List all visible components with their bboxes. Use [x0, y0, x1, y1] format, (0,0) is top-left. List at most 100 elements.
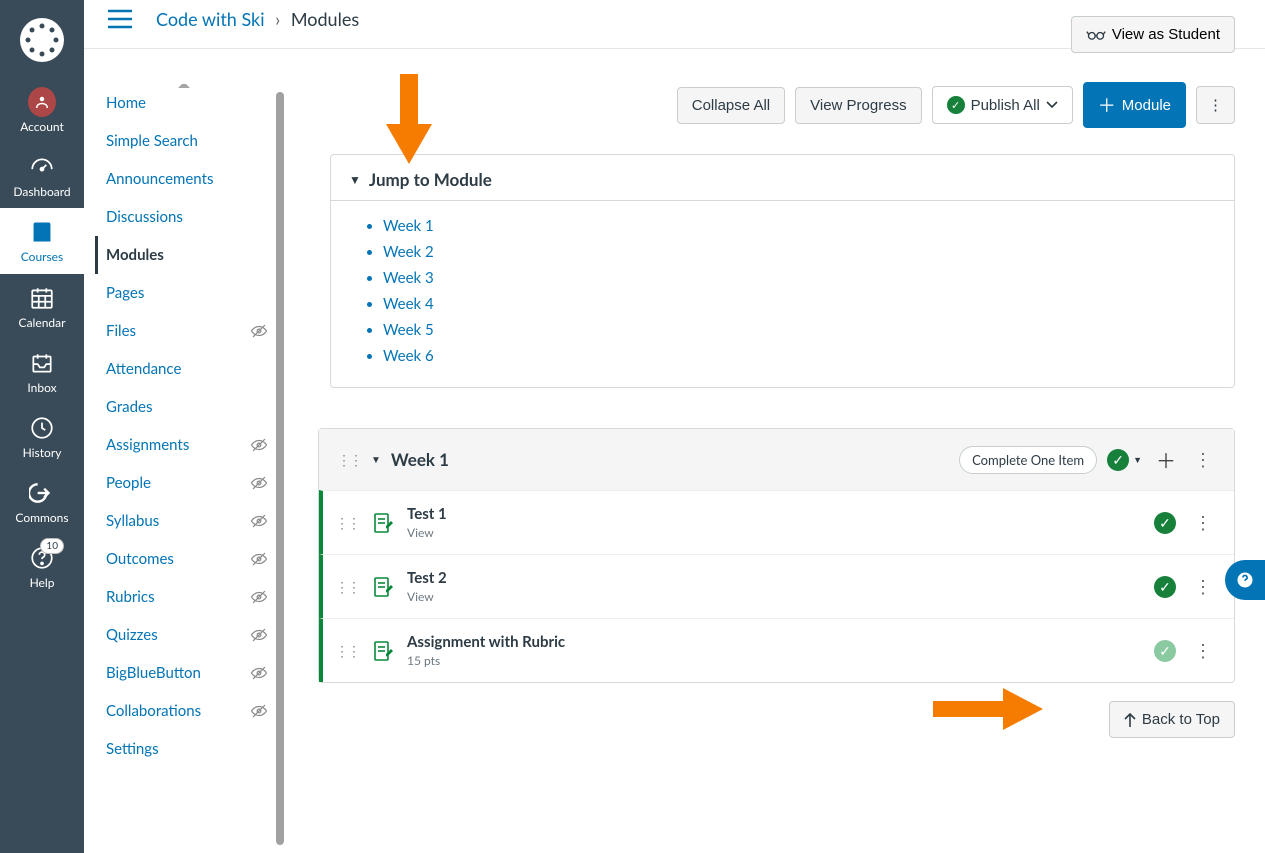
gnav-history[interactable]: History	[0, 404, 84, 469]
course-nav-item[interactable]: Simple Search	[106, 122, 268, 160]
hidden-eye-icon	[250, 702, 268, 720]
course-nav-item[interactable]: Outcomes	[106, 540, 268, 578]
drag-handle-icon[interactable]: ⋮⋮	[335, 642, 359, 660]
item-kebab-icon[interactable]: ⋮	[1190, 575, 1216, 598]
item-publish-toggle[interactable]: ✓	[1154, 512, 1176, 534]
arrow-up-icon	[1124, 713, 1136, 727]
plus-icon: ＋	[1098, 92, 1116, 118]
calendar-icon	[28, 284, 56, 312]
hidden-eye-icon	[250, 474, 268, 492]
hidden-eye-icon	[250, 626, 268, 644]
back-to-top-button[interactable]: Back to Top	[1109, 701, 1235, 738]
item-publish-toggle[interactable]: ✓	[1154, 576, 1176, 598]
module-item-title[interactable]: Assignment with Rubric	[407, 633, 1140, 651]
item-publish-toggle[interactable]: ✓	[1154, 640, 1176, 662]
drag-handle-icon[interactable]: ⋮⋮	[337, 451, 361, 469]
global-nav: Account Dashboard Courses Calendar Inbox…	[0, 0, 84, 853]
course-nav-item[interactable]: Grades	[106, 388, 268, 426]
jump-link[interactable]: Week 3	[383, 265, 1216, 291]
course-nav-item[interactable]: Syllabus	[106, 502, 268, 540]
view-progress-button[interactable]: View Progress	[795, 87, 921, 124]
more-options-button[interactable]: ⋮	[1196, 86, 1235, 124]
main-content: View as Student Collapse All View Progre…	[284, 0, 1265, 853]
drag-handle-icon[interactable]: ⋮⋮	[335, 514, 359, 532]
jump-link[interactable]: Week 1	[383, 213, 1216, 239]
course-nav-item[interactable]: Assignments	[106, 426, 268, 464]
scrollbar[interactable]	[276, 92, 284, 845]
course-nav-item[interactable]: Collaborations	[106, 692, 268, 730]
module-item-title[interactable]: Test 1	[407, 505, 1140, 523]
module-item-sub: View	[407, 525, 1140, 540]
breadcrumb-separator: ›	[275, 8, 280, 30]
dashboard-icon	[28, 153, 56, 181]
hidden-eye-icon	[250, 436, 268, 454]
module-publish-toggle[interactable]: ✓	[1107, 449, 1129, 471]
avatar-icon	[28, 87, 56, 117]
module-header: ⋮⋮ ▼ Week 1 Complete One Item ✓ ▼ ＋ ⋮	[319, 429, 1234, 490]
help-badge: 10	[40, 538, 64, 554]
course-nav-item[interactable]: Pages	[106, 274, 268, 312]
module-item: ⋮⋮Assignment with Rubric15 pts✓⋮	[319, 618, 1234, 682]
courses-icon	[28, 218, 56, 246]
item-kebab-icon[interactable]: ⋮	[1190, 511, 1216, 534]
course-nav-item[interactable]: Settings	[106, 730, 268, 768]
module-item: ⋮⋮ Test 2 View ✓ ⋮	[319, 554, 1234, 618]
course-nav-item[interactable]: Rubrics	[106, 578, 268, 616]
hidden-eye-icon	[250, 664, 268, 682]
hidden-eye-icon	[250, 322, 268, 340]
breadcrumb-course[interactable]: Code with Ski	[156, 8, 265, 30]
module-week1: ⋮⋮ ▼ Week 1 Complete One Item ✓ ▼ ＋ ⋮ ⋮⋮…	[318, 428, 1235, 683]
collapse-all-button[interactable]: Collapse All	[677, 87, 785, 124]
module-item: ⋮⋮ Test 1 View ✓ ⋮	[319, 490, 1234, 554]
jump-link[interactable]: Week 4	[383, 291, 1216, 317]
commons-icon	[28, 479, 56, 507]
gnav-dashboard[interactable]: Dashboard	[0, 143, 84, 208]
jump-link[interactable]: Week 2	[383, 239, 1216, 265]
caret-down-icon[interactable]: ▼	[1133, 454, 1142, 465]
hamburger-icon[interactable]	[108, 9, 132, 29]
gnav-commons[interactable]: Commons	[0, 469, 84, 534]
assignment-icon	[373, 576, 393, 598]
jump-link[interactable]: Week 5	[383, 317, 1216, 343]
drag-handle-icon[interactable]: ⋮⋮	[335, 578, 359, 596]
module-title: Week 1	[391, 449, 949, 470]
add-item-button[interactable]: ＋	[1152, 445, 1180, 474]
annotation-arrow-right	[933, 688, 1043, 730]
course-nav-item[interactable]: People	[106, 464, 268, 502]
assignment-icon	[373, 512, 393, 534]
chevron-down-icon	[1046, 101, 1058, 109]
collapse-caret-icon[interactable]: ▼	[371, 454, 381, 466]
course-nav-item[interactable]: Home	[106, 84, 268, 122]
course-nav-item[interactable]: Attendance	[106, 350, 268, 388]
course-nav-item[interactable]: Discussions	[106, 198, 268, 236]
module-item-sub: View	[407, 589, 1140, 604]
gnav-account[interactable]: Account	[0, 78, 84, 143]
requirement-pill: Complete One Item	[959, 446, 1097, 474]
course-nav-item[interactable]: BigBlueButton	[106, 654, 268, 692]
gnav-calendar[interactable]: Calendar	[0, 274, 84, 339]
gnav-courses[interactable]: Courses	[0, 208, 84, 273]
gnav-inbox[interactable]: Inbox	[0, 339, 84, 404]
course-nav: HomeSimple SearchAnnouncementsDiscussion…	[84, 84, 284, 853]
gnav-help[interactable]: 10 Help	[0, 534, 84, 599]
publish-all-button[interactable]: ✓ Publish All	[932, 86, 1073, 124]
jump-link[interactable]: Week 6	[383, 343, 1216, 369]
course-nav-item[interactable]: Modules	[95, 236, 268, 274]
canvas-logo[interactable]	[20, 18, 64, 62]
help-fab[interactable]	[1225, 560, 1265, 600]
item-kebab-icon[interactable]: ⋮	[1190, 639, 1216, 662]
module-kebab-icon[interactable]: ⋮	[1190, 448, 1216, 471]
course-nav-item[interactable]: Announcements	[106, 160, 268, 198]
jump-to-module-toggle[interactable]: Jump to Module	[349, 169, 1216, 190]
course-nav-item[interactable]: Files	[106, 312, 268, 350]
assignment-icon	[373, 640, 393, 662]
inbox-icon	[28, 349, 56, 377]
kebab-icon: ⋮	[1208, 96, 1223, 114]
course-nav-item[interactable]: Quizzes	[106, 616, 268, 654]
hidden-eye-icon	[250, 550, 268, 568]
module-item-title[interactable]: Test 2	[407, 569, 1140, 587]
view-as-student-button[interactable]: View as Student	[1071, 16, 1235, 53]
annotation-arrow-down	[386, 74, 432, 164]
add-module-button[interactable]: ＋ Module	[1083, 82, 1186, 128]
history-icon	[28, 414, 56, 442]
